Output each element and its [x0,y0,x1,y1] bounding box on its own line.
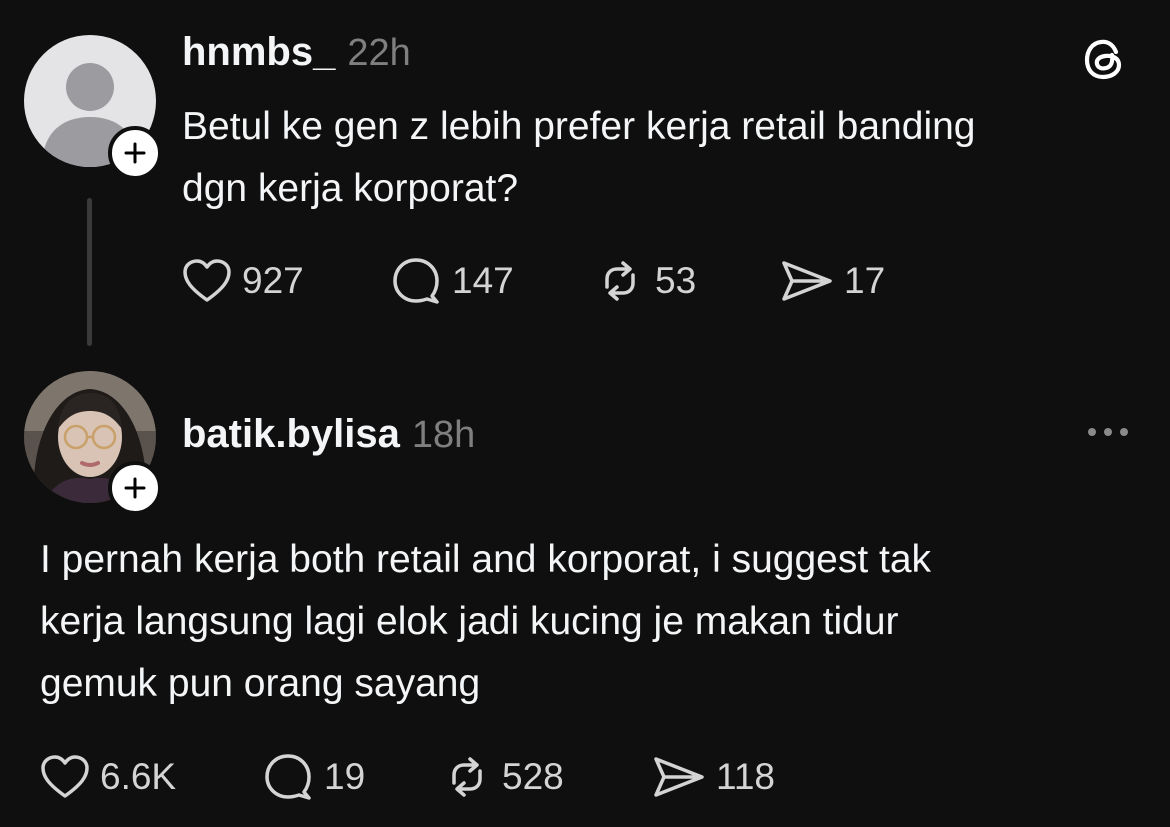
reply-text-line: I pernah kerja both retail and korporat,… [40,538,932,581]
share-count: 118 [716,756,775,797]
reply-text-line: kerja langsung lagi elok jadi kucing je … [40,600,899,643]
share-button[interactable]: 118 [652,752,802,802]
post-timestamp: 22h [347,32,411,74]
post-header: hnmbs_ 22h [182,30,411,75]
comment-icon [262,752,314,802]
repost-count: 528 [502,756,564,797]
like-count: 6.6K [100,756,177,797]
repost-icon [442,753,492,801]
reply-text-line: gemuk pun orang sayang [40,662,481,705]
heart-icon [40,754,90,800]
reply-username[interactable]: batik.bylisa [182,412,400,457]
comment-button[interactable]: 19 [262,752,442,802]
reply-actions: 6.6K 19 528 118 [40,752,802,802]
like-button[interactable]: 6.6K [40,752,262,802]
post-text: Betul ke gen z lebih prefer kerja retail… [182,96,1142,220]
more-options-button[interactable] [1085,424,1131,445]
follow-button[interactable] [108,461,162,515]
reply-text: I pernah kerja both retail and korporat,… [40,529,1140,715]
repost-count: 53 [655,260,697,301]
follow-button[interactable] [108,126,162,180]
comment-button[interactable]: 147 [390,256,595,306]
reply-header: batik.bylisa 18h [182,412,475,457]
share-button[interactable]: 17 [780,256,910,306]
repost-icon [595,257,645,305]
repost-button[interactable]: 528 [442,752,652,802]
heart-icon [182,258,232,304]
reply-timestamp: 18h [411,414,476,456]
like-button[interactable]: 927 [182,256,390,306]
threads-logo-icon[interactable] [1082,36,1128,87]
comment-count: 19 [324,756,366,797]
thread-connector-line [87,198,92,346]
post-actions: 927 147 53 17 [182,256,910,306]
repost-button[interactable]: 53 [595,256,780,306]
plus-icon [124,477,146,499]
plus-icon [124,142,146,164]
comment-count: 147 [452,260,514,301]
post-text-line: dgn kerja korporat? [182,167,519,210]
post-text-line: Betul ke gen z lebih prefer kerja retail… [182,105,976,148]
more-icon [1088,428,1128,436]
share-icon [652,754,706,800]
share-count: 17 [844,260,886,301]
like-count: 927 [242,260,304,301]
share-icon [780,258,834,304]
post-username[interactable]: hnmbs_ [182,30,335,75]
comment-icon [390,256,442,306]
